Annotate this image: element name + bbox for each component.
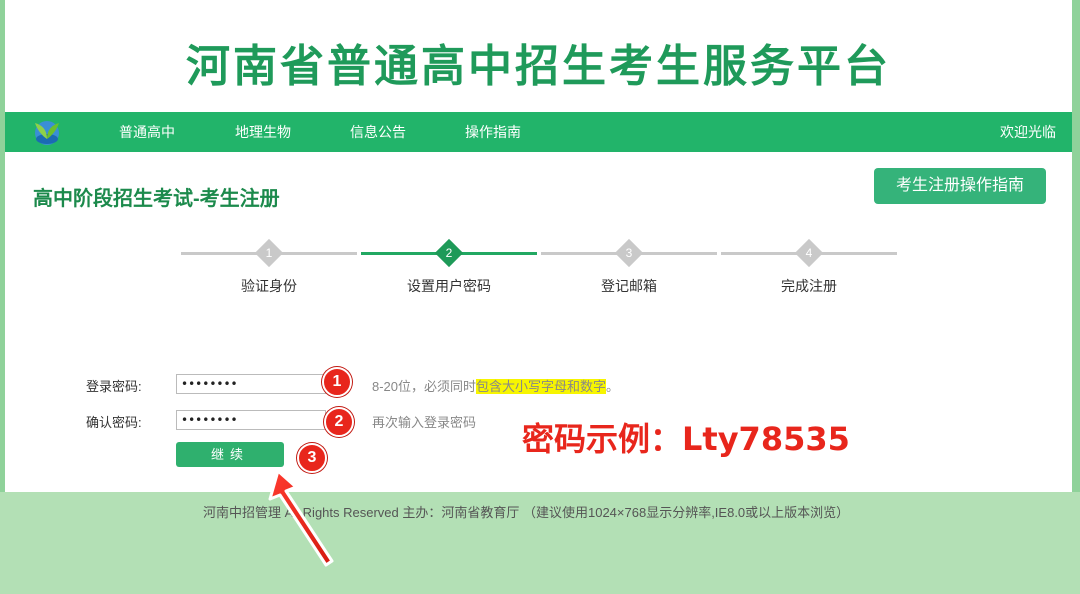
confirm-password-input[interactable]: •••••••• xyxy=(176,410,326,430)
hint-prefix: 8-20位，必须同时 xyxy=(372,379,477,394)
step-3-label: 登记邮箱 xyxy=(601,278,657,294)
step-2-label: 设置用户密码 xyxy=(407,278,491,294)
header-banner: 河南省普通高中招生考生服务平台 xyxy=(5,0,1072,112)
nav-item-geography-biology[interactable]: 地理生物 xyxy=(235,112,291,152)
page-title: 高中阶段招生考试-考生注册 xyxy=(33,188,280,210)
annotation-marker-2: 2 xyxy=(324,407,354,437)
nav-item-regular-high-school[interactable]: 普通高中 xyxy=(119,112,175,152)
step-1-label: 验证身份 xyxy=(241,278,297,294)
welcome-text: 欢迎光临 xyxy=(1000,124,1056,140)
top-navbar: 普通高中 地理生物 信息公告 操作指南 欢迎光临 xyxy=(5,112,1072,152)
login-password-label: 登录密码: xyxy=(86,379,142,394)
login-password-hint: 8-20位，必须同时包含大小写字母和数字。 xyxy=(372,376,619,395)
password-example-annotation: 密码示例：Lty78535 xyxy=(522,420,850,458)
hint-suffix: 。 xyxy=(606,379,620,394)
step-2-number: 2 xyxy=(445,246,453,260)
login-password-input[interactable]: •••••••• xyxy=(176,374,326,394)
hint-highlight: 包含大小写字母和数字 xyxy=(476,379,607,394)
nav-item-announcements[interactable]: 信息公告 xyxy=(350,112,406,152)
nav-item-operation-guide[interactable]: 操作指南 xyxy=(465,112,521,152)
site-title: 河南省普通高中招生考生服务平台 xyxy=(186,41,891,92)
step-1-number: 1 xyxy=(265,246,273,260)
main-content: 高中阶段招生考试-考生注册 考生注册操作指南 1 验证身份 2 设置用户密码 3… xyxy=(5,152,1072,492)
sprout-logo-icon xyxy=(35,121,59,145)
confirm-password-hint: 再次输入登录密码 xyxy=(372,415,477,430)
annotation-marker-1: 1 xyxy=(322,367,352,397)
step-3-number: 3 xyxy=(625,246,633,260)
step-4-label: 完成注册 xyxy=(781,278,837,294)
step-4-number: 4 xyxy=(805,246,813,260)
annotation-arrow-icon xyxy=(268,469,334,567)
confirm-password-label: 确认密码: xyxy=(86,415,142,430)
footer: 河南中招管理 All Rights Reserved 主办：河南省教育厅 （建议… xyxy=(0,492,1080,594)
registration-guide-button[interactable]: 考生注册操作指南 xyxy=(874,168,1046,204)
